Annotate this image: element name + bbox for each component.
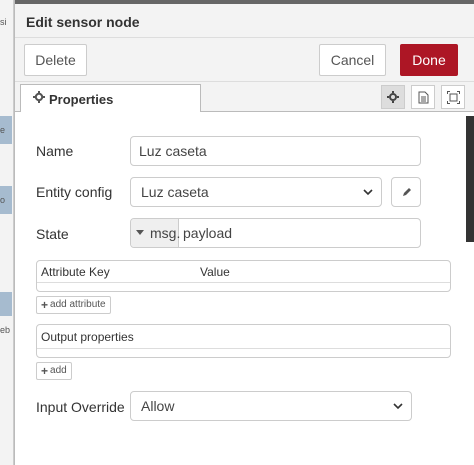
add-attribute-button[interactable]: + add attribute [36, 296, 111, 314]
delete-button[interactable]: Delete [24, 44, 87, 76]
tray-header: Edit sensor node [15, 4, 474, 38]
tray-toolbar: Delete Cancel Done [15, 38, 474, 82]
state-type-label: msg. [150, 225, 181, 241]
add-output-label: add [50, 365, 67, 376]
description-icon [418, 91, 428, 103]
caret-down-icon [136, 230, 144, 235]
tab-appearance[interactable] [441, 85, 465, 109]
output-properties-list: Output properties [36, 324, 451, 358]
tab-properties-label: Properties [49, 92, 114, 107]
input-override-label: Input Override [36, 399, 125, 415]
attributes-list-header: Attribute Key Value [37, 261, 450, 283]
input-override-value: Allow [141, 398, 175, 414]
appearance-icon [446, 90, 460, 104]
attribute-key-header: Attribute Key [41, 265, 110, 279]
workspace-node-fragment: eb [0, 316, 12, 344]
tab-settings[interactable] [381, 85, 405, 109]
state-type-select[interactable]: msg. [131, 219, 181, 247]
gear-icon [387, 91, 399, 103]
attribute-value-header: Value [200, 265, 230, 279]
attributes-list: Attribute Key Value [36, 260, 451, 292]
chevron-down-icon [393, 403, 403, 410]
properties-panel: Name Luz caseta Entity config Luz caseta… [15, 112, 474, 465]
plus-icon: + [41, 364, 49, 378]
tab-description[interactable] [411, 85, 435, 109]
state-value: payload [183, 225, 233, 241]
name-input[interactable]: Luz caseta [130, 136, 421, 166]
entity-config-value: Luz caseta [141, 184, 209, 200]
output-properties-title: Output properties [41, 330, 134, 344]
edit-tray: Edit sensor node Delete Cancel Done Prop… [14, 0, 474, 465]
tray-tabs: Properties [15, 82, 474, 113]
pencil-icon [402, 187, 411, 196]
workspace-background: si e o eb [0, 0, 14, 465]
name-label: Name [36, 143, 74, 159]
input-override-select[interactable]: Allow [130, 391, 412, 421]
scrollbar[interactable] [466, 116, 474, 242]
tab-properties[interactable]: Properties [20, 84, 201, 113]
output-properties-header: Output properties [37, 325, 450, 349]
cancel-button[interactable]: Cancel [319, 44, 386, 76]
chevron-down-icon [363, 189, 373, 196]
entity-config-select[interactable]: Luz caseta [130, 177, 382, 207]
add-attribute-label: add attribute [50, 299, 106, 310]
workspace-node-fragment: o [0, 186, 12, 214]
done-button[interactable]: Done [400, 44, 458, 76]
workspace-node-fragment: si [0, 8, 12, 36]
entity-config-label: Entity config [36, 184, 113, 200]
plus-icon: + [41, 298, 49, 312]
add-output-property-button[interactable]: + add [36, 362, 72, 380]
workspace-node-fragment: e [0, 116, 12, 144]
edit-config-button[interactable] [391, 177, 421, 207]
state-label: State [36, 226, 69, 242]
state-typed-input[interactable]: msg. payload [130, 218, 421, 248]
gear-icon [33, 91, 45, 103]
tray-title: Edit sensor node [26, 14, 140, 30]
